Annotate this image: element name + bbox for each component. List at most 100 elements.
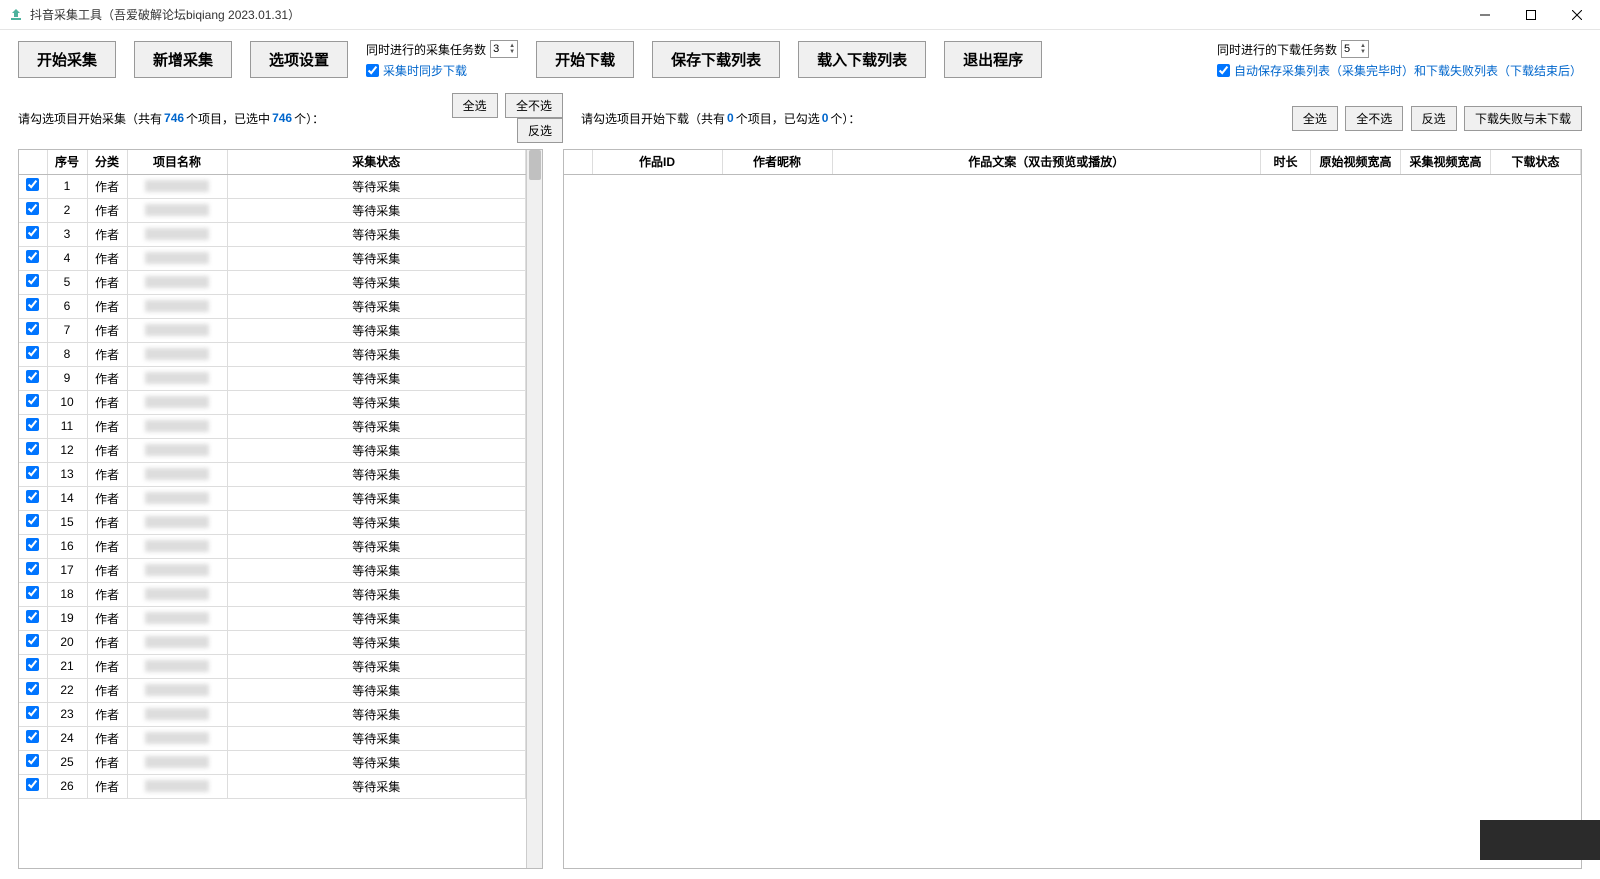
download-task-input[interactable] bbox=[1344, 43, 1358, 55]
row-checkbox[interactable] bbox=[26, 394, 39, 407]
table-row[interactable]: 2作者等待采集 bbox=[19, 198, 526, 222]
table-row[interactable]: 15作者等待采集 bbox=[19, 510, 526, 534]
table-row[interactable]: 20作者等待采集 bbox=[19, 630, 526, 654]
options-button[interactable]: 选项设置 bbox=[250, 41, 348, 78]
row-checkbox[interactable] bbox=[26, 514, 39, 527]
right-col-orig-size[interactable]: 原始视频宽高 bbox=[1311, 150, 1401, 174]
auto-save-checkbox[interactable] bbox=[1217, 64, 1230, 77]
row-checkbox[interactable] bbox=[26, 610, 39, 623]
left-scrollbar-thumb[interactable] bbox=[529, 150, 541, 180]
right-col-checkbox[interactable] bbox=[564, 150, 592, 174]
row-checkbox[interactable] bbox=[26, 226, 39, 239]
table-row[interactable]: 6作者等待采集 bbox=[19, 294, 526, 318]
row-checkbox[interactable] bbox=[26, 658, 39, 671]
minimize-button[interactable] bbox=[1462, 0, 1508, 29]
row-index: 15 bbox=[47, 510, 87, 534]
table-row[interactable]: 12作者等待采集 bbox=[19, 438, 526, 462]
close-button[interactable] bbox=[1554, 0, 1600, 29]
row-index: 14 bbox=[47, 486, 87, 510]
table-row[interactable]: 25作者等待采集 bbox=[19, 750, 526, 774]
row-checkbox[interactable] bbox=[26, 730, 39, 743]
table-row[interactable]: 19作者等待采集 bbox=[19, 606, 526, 630]
table-row[interactable]: 22作者等待采集 bbox=[19, 678, 526, 702]
row-checkbox[interactable] bbox=[26, 778, 39, 791]
left-select-none-button[interactable]: 全不选 bbox=[505, 93, 563, 118]
row-status: 等待采集 bbox=[227, 582, 526, 606]
start-download-button[interactable]: 开始下载 bbox=[536, 41, 634, 78]
right-col-author[interactable]: 作者昵称 bbox=[722, 150, 832, 174]
row-checkbox[interactable] bbox=[26, 298, 39, 311]
title-bar: 抖音采集工具（吾爱破解论坛biqiang 2023.01.31） bbox=[0, 0, 1600, 30]
load-list-button[interactable]: 载入下载列表 bbox=[798, 41, 926, 78]
table-row[interactable]: 7作者等待采集 bbox=[19, 318, 526, 342]
table-row[interactable]: 8作者等待采集 bbox=[19, 342, 526, 366]
row-checkbox[interactable] bbox=[26, 706, 39, 719]
sync-download-checkbox[interactable] bbox=[366, 64, 379, 77]
table-row[interactable]: 17作者等待采集 bbox=[19, 558, 526, 582]
table-row[interactable]: 10作者等待采集 bbox=[19, 390, 526, 414]
collect-task-spinner[interactable]: ▲▼ bbox=[490, 40, 518, 58]
download-failed-button[interactable]: 下载失败与未下载 bbox=[1464, 106, 1582, 131]
left-col-status[interactable]: 采集状态 bbox=[227, 150, 526, 174]
right-col-work-id[interactable]: 作品ID bbox=[592, 150, 722, 174]
row-checkbox[interactable] bbox=[26, 178, 39, 191]
table-row[interactable]: 14作者等待采集 bbox=[19, 486, 526, 510]
left-select-all-button[interactable]: 全选 bbox=[452, 93, 498, 118]
table-row[interactable]: 18作者等待采集 bbox=[19, 582, 526, 606]
spinner-arrows-icon[interactable]: ▲▼ bbox=[509, 43, 515, 55]
left-col-name[interactable]: 项目名称 bbox=[127, 150, 227, 174]
table-row[interactable]: 13作者等待采集 bbox=[19, 462, 526, 486]
table-row[interactable]: 3作者等待采集 bbox=[19, 222, 526, 246]
row-index: 23 bbox=[47, 702, 87, 726]
maximize-button[interactable] bbox=[1508, 0, 1554, 29]
table-row[interactable]: 24作者等待采集 bbox=[19, 726, 526, 750]
row-checkbox[interactable] bbox=[26, 490, 39, 503]
row-checkbox[interactable] bbox=[26, 442, 39, 455]
row-checkbox[interactable] bbox=[26, 538, 39, 551]
left-col-checkbox[interactable] bbox=[19, 150, 47, 174]
add-collect-button[interactable]: 新增采集 bbox=[134, 41, 232, 78]
table-row[interactable]: 23作者等待采集 bbox=[19, 702, 526, 726]
start-collect-button[interactable]: 开始采集 bbox=[18, 41, 116, 78]
save-list-button[interactable]: 保存下载列表 bbox=[652, 41, 780, 78]
row-checkbox[interactable] bbox=[26, 346, 39, 359]
row-checkbox[interactable] bbox=[26, 274, 39, 287]
right-select-none-button[interactable]: 全不选 bbox=[1345, 106, 1403, 131]
row-checkbox[interactable] bbox=[26, 466, 39, 479]
row-checkbox[interactable] bbox=[26, 586, 39, 599]
table-row[interactable]: 21作者等待采集 bbox=[19, 654, 526, 678]
table-row[interactable]: 16作者等待采集 bbox=[19, 534, 526, 558]
row-checkbox[interactable] bbox=[26, 682, 39, 695]
row-checkbox[interactable] bbox=[26, 202, 39, 215]
table-row[interactable]: 26作者等待采集 bbox=[19, 774, 526, 798]
row-checkbox[interactable] bbox=[26, 562, 39, 575]
left-prompt-mid: 个项目，已选中 bbox=[186, 110, 270, 127]
table-row[interactable]: 4作者等待采集 bbox=[19, 246, 526, 270]
spinner-arrows-icon[interactable]: ▲▼ bbox=[1360, 43, 1366, 55]
left-col-category[interactable]: 分类 bbox=[87, 150, 127, 174]
right-col-collect-size[interactable]: 采集视频宽高 bbox=[1401, 150, 1491, 174]
right-col-dl-status[interactable]: 下载状态 bbox=[1491, 150, 1581, 174]
right-col-duration[interactable]: 时长 bbox=[1261, 150, 1311, 174]
row-checkbox[interactable] bbox=[26, 370, 39, 383]
exit-button[interactable]: 退出程序 bbox=[944, 41, 1042, 78]
left-invert-button[interactable]: 反选 bbox=[517, 118, 563, 143]
row-checkbox[interactable] bbox=[26, 322, 39, 335]
table-row[interactable]: 5作者等待采集 bbox=[19, 270, 526, 294]
row-category: 作者 bbox=[87, 342, 127, 366]
row-checkbox[interactable] bbox=[26, 418, 39, 431]
row-checkbox[interactable] bbox=[26, 754, 39, 767]
right-col-content[interactable]: 作品文案（双击预览或播放） bbox=[832, 150, 1261, 174]
right-invert-button[interactable]: 反选 bbox=[1411, 106, 1457, 131]
download-task-spinner[interactable]: ▲▼ bbox=[1341, 40, 1369, 58]
left-col-index[interactable]: 序号 bbox=[47, 150, 87, 174]
table-row[interactable]: 1作者等待采集 bbox=[19, 174, 526, 198]
left-scrollbar[interactable] bbox=[526, 150, 542, 868]
row-checkbox[interactable] bbox=[26, 634, 39, 647]
row-checkbox[interactable] bbox=[26, 250, 39, 263]
table-row[interactable]: 9作者等待采集 bbox=[19, 366, 526, 390]
collect-task-input[interactable] bbox=[493, 43, 507, 55]
row-name bbox=[127, 726, 227, 750]
right-select-all-button[interactable]: 全选 bbox=[1292, 106, 1338, 131]
table-row[interactable]: 11作者等待采集 bbox=[19, 414, 526, 438]
